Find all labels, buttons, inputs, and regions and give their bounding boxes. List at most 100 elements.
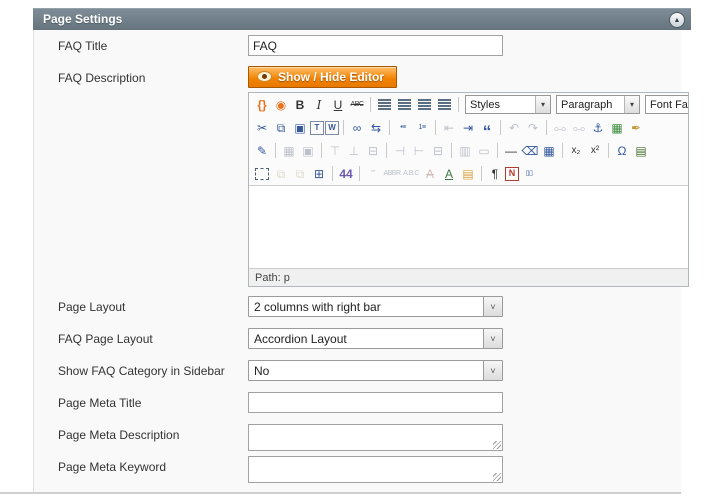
styles-select[interactable]: Styles ▾ xyxy=(465,95,551,114)
deleted-text-icon: A xyxy=(425,166,434,181)
show-faq-category-label: Show FAQ Category in Sidebar xyxy=(58,364,225,378)
special-character-icon[interactable]: Ω xyxy=(613,142,631,160)
insert-attributes-icon[interactable]: ▤ xyxy=(459,165,477,183)
toolbar-separator xyxy=(370,97,371,112)
insert-column-before-icon: ⊣ xyxy=(394,143,406,158)
editor-toolbar-row-2: ✂ ⧉ ▣ T W ∞ ⇆ •≡ 1≡ ⇤ ⇥ “ ↶ ↷ ⧟ ⧟ ⚓ ▦ ✒ xyxy=(249,116,688,139)
toolbar-separator xyxy=(343,120,344,135)
toolbar-separator xyxy=(458,97,459,112)
insert-layer-icon[interactable] xyxy=(255,167,269,180)
editor-path-label: Path: p xyxy=(255,271,290,284)
insert-table-icon: ▦ xyxy=(283,143,295,158)
insert-media-icon[interactable]: ▤ xyxy=(632,142,650,160)
chevron-down-icon: ˅ xyxy=(483,329,502,348)
bullet-list-icon[interactable]: •≡ xyxy=(394,119,412,137)
cut-icon[interactable]: ✂ xyxy=(253,119,271,137)
visual-characters-icon[interactable]: ¶ xyxy=(486,165,504,183)
page-meta-keyword-label: Page Meta Keyword xyxy=(58,460,167,474)
underline-icon[interactable]: U xyxy=(329,96,347,114)
chevron-down-icon: ▾ xyxy=(624,96,639,113)
toolbar-separator xyxy=(359,166,360,181)
bold-icon[interactable]: B xyxy=(291,96,309,114)
toolbar-separator xyxy=(389,120,390,135)
toolbar-separator xyxy=(546,120,547,135)
paste-as-text-icon[interactable]: T xyxy=(310,120,324,135)
cleanup-code-icon[interactable]: ✒ xyxy=(627,119,645,137)
insert-image-icon[interactable]: ▦ xyxy=(608,119,626,137)
resize-grip-icon[interactable] xyxy=(493,473,501,481)
strikethrough-icon[interactable]: ABC xyxy=(348,96,366,114)
show-hide-editor-button[interactable]: Show / Hide Editor xyxy=(248,66,398,88)
show-faq-category-value: No xyxy=(254,363,270,378)
style-properties-icon[interactable]: 44 xyxy=(337,165,355,183)
page-layout-value: 2 columns with right bar xyxy=(254,299,381,314)
anchor-icon[interactable]: ⚓ xyxy=(589,119,607,137)
citation-icon: “” xyxy=(371,170,375,177)
faq-description-label: FAQ Description xyxy=(58,71,146,85)
bottom-divider xyxy=(0,492,681,494)
insert-variable-icon[interactable]: ◉ xyxy=(272,96,290,114)
toolbar-separator xyxy=(435,120,436,135)
chevron-down-icon: ˅ xyxy=(483,297,502,316)
paste-icon[interactable]: ▣ xyxy=(291,119,309,137)
split-cells-icon: ▥ xyxy=(459,143,471,158)
find-replace-icon[interactable]: ⇆ xyxy=(367,119,385,137)
undo-icon: ↶ xyxy=(508,120,520,135)
show-faq-category-select[interactable]: No ˅ xyxy=(248,360,503,381)
page-layout-select[interactable]: 2 columns with right bar ˅ xyxy=(248,296,503,317)
page-meta-title-label: Page Meta Title xyxy=(58,396,142,410)
wysiwyg-editor: {}◉BIUABCStyles▾Paragraph▾Font Fam ✂⧉▣TW… xyxy=(248,92,689,287)
collapse-panel-button[interactable]: ▲ xyxy=(669,12,685,28)
horizontal-rule-icon[interactable]: — xyxy=(502,142,520,160)
find-icon[interactable]: ∞ xyxy=(348,119,366,137)
italic-icon[interactable]: I xyxy=(310,96,328,114)
copy-icon[interactable]: ⧉ xyxy=(272,119,290,137)
paragraph-select[interactable]: Paragraph ▾ xyxy=(556,95,640,114)
align-center-icon[interactable] xyxy=(398,99,411,110)
toolbar-separator xyxy=(608,143,609,158)
fontfamily-select[interactable]: Font Fam xyxy=(645,95,688,114)
toolbar-separator xyxy=(562,143,563,158)
toolbar-separator xyxy=(497,143,498,158)
edit-html-source-icon[interactable]: ✎ xyxy=(253,142,271,160)
fontfamily-select-label: Font Fam xyxy=(650,98,688,111)
toolbar-separator xyxy=(321,143,322,158)
faq-title-input[interactable] xyxy=(248,35,503,56)
editor-path-bar: Path: p xyxy=(249,269,688,286)
numbered-list-icon[interactable]: 1≡ xyxy=(413,119,431,137)
page-meta-keyword-textarea[interactable] xyxy=(248,456,503,483)
faq-page-layout-select[interactable]: Accordion Layout ˅ xyxy=(248,328,503,349)
page-meta-description-label: Page Meta Description xyxy=(58,428,180,442)
superscript-icon[interactable]: x² xyxy=(586,142,604,160)
show-hide-editor-label: Show / Hide Editor xyxy=(278,69,385,84)
resize-grip-icon[interactable] xyxy=(493,441,501,449)
toolbar-separator xyxy=(332,166,333,181)
inserted-text-icon[interactable]: A xyxy=(440,165,458,183)
non-breaking-space-icon[interactable]: N xyxy=(505,166,519,181)
delete-column-icon: ⊟ xyxy=(432,143,444,158)
page-meta-description-textarea[interactable] xyxy=(248,424,503,451)
absolute-position-icon[interactable]: ⊞ xyxy=(310,165,328,183)
align-justify-icon[interactable] xyxy=(438,99,451,110)
align-right-icon[interactable] xyxy=(418,99,431,110)
visual-guidelines-icon[interactable]: ▦ xyxy=(540,142,558,160)
page-break-icon[interactable]: ▯▯ xyxy=(520,165,538,183)
paste-from-word-icon[interactable]: W xyxy=(325,120,339,135)
blockquote-icon[interactable]: “ xyxy=(478,116,496,140)
insert-link-icon: ⧟ xyxy=(553,120,566,135)
page-meta-title-input[interactable] xyxy=(248,392,503,413)
align-left-icon[interactable] xyxy=(378,99,391,110)
chevron-down-icon: ˅ xyxy=(483,361,502,380)
editor-content-area[interactable] xyxy=(249,185,688,269)
editor-toolbar-row-1: {}◉BIUABC Styles ▾ Paragraph ▾ Font Fam xyxy=(249,93,688,116)
indent-icon[interactable]: ⇥ xyxy=(459,119,477,137)
subscript-icon[interactable]: x₂ xyxy=(567,142,585,160)
styles-select-label: Styles xyxy=(470,98,500,111)
remove-formatting-icon[interactable]: ⌫ xyxy=(521,142,539,160)
remove-link-icon: ⧟ xyxy=(572,120,585,135)
toolbar-separator xyxy=(500,120,501,135)
insert-widget-icon[interactable]: {} xyxy=(253,96,271,114)
panel-title: Page Settings xyxy=(43,12,123,26)
insert-column-after-icon: ⊢ xyxy=(413,143,425,158)
faq-page-layout-label: FAQ Page Layout xyxy=(58,332,153,346)
